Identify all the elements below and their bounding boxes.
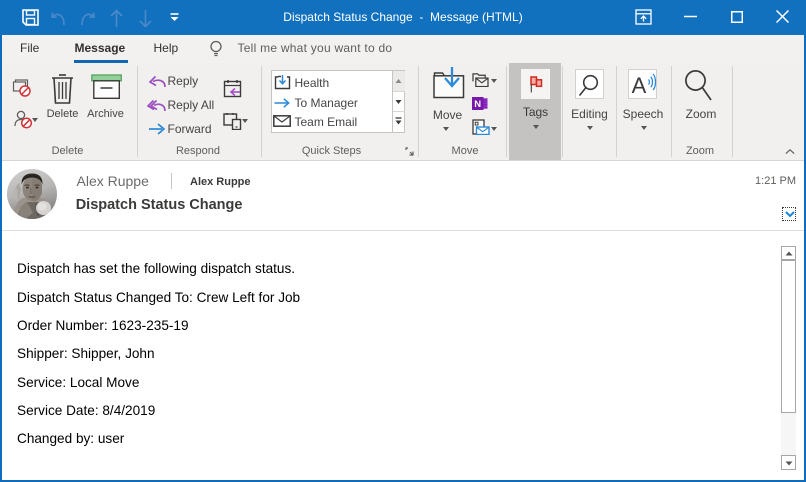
svg-text:N: N	[474, 99, 481, 110]
svg-text:A: A	[632, 73, 647, 95]
